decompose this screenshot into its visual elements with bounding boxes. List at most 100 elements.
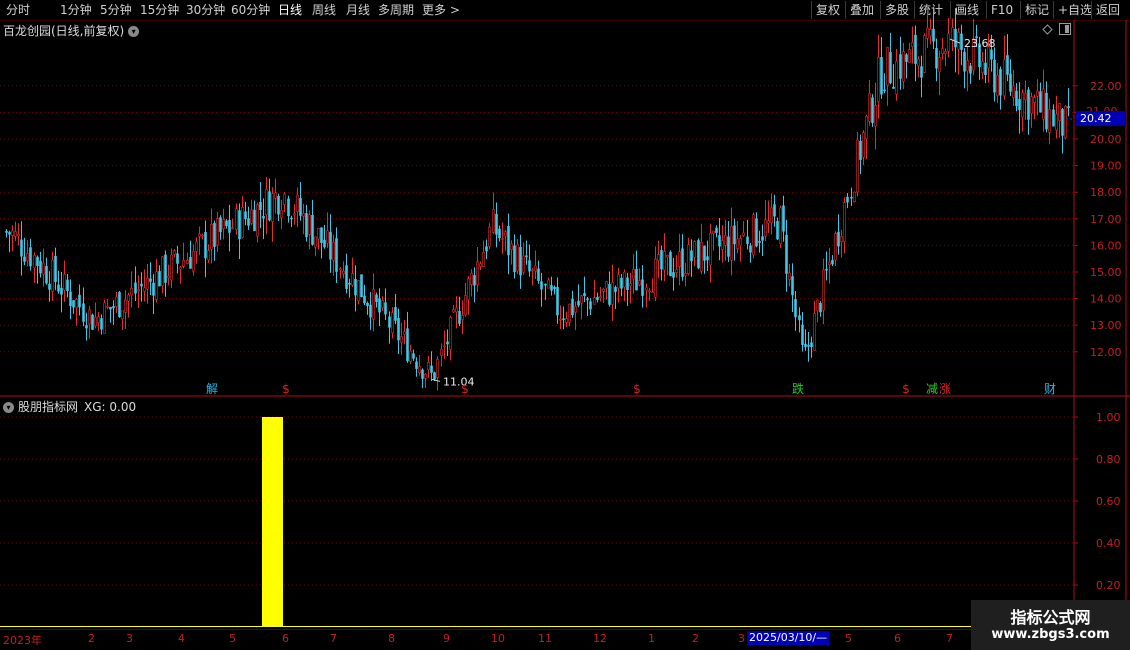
candlestick xyxy=(54,247,57,291)
candlestick xyxy=(195,237,198,264)
date-tick-label: 2 xyxy=(88,632,95,645)
candlestick xyxy=(947,17,950,58)
event-marker[interactable]: $ xyxy=(461,382,469,396)
event-marker[interactable]: $ xyxy=(633,382,641,396)
candlestick xyxy=(1018,82,1021,134)
candlestick xyxy=(186,252,189,265)
candlestick xyxy=(461,300,464,335)
event-marker[interactable]: 财 xyxy=(1044,382,1056,396)
candlestick xyxy=(421,368,424,389)
candlestick xyxy=(235,203,238,235)
candlestick xyxy=(130,271,133,308)
candlestick xyxy=(369,292,372,330)
candlestick xyxy=(287,195,290,223)
candlestick xyxy=(1055,95,1058,139)
candlestick xyxy=(544,283,547,300)
candlestick xyxy=(1036,79,1039,116)
candlestick xyxy=(724,219,727,261)
date-tick-label: 7 xyxy=(330,632,337,645)
candlestick xyxy=(944,48,947,67)
candlestick xyxy=(455,296,458,329)
candlestick xyxy=(406,311,409,363)
candlestick xyxy=(902,42,905,90)
candlestick xyxy=(271,187,274,242)
candlestick xyxy=(1061,108,1064,154)
candlestick xyxy=(473,267,476,303)
candlestick xyxy=(733,218,736,261)
candlestick xyxy=(519,234,522,289)
candlestick xyxy=(1033,94,1036,120)
candlestick xyxy=(889,32,892,85)
candlestick xyxy=(479,261,482,270)
candlestick xyxy=(828,247,831,284)
event-marker[interactable]: 解 xyxy=(206,382,218,396)
candlestick xyxy=(914,25,917,82)
candlestick xyxy=(127,292,130,318)
indicator-tick-label: 0.20 xyxy=(1096,579,1121,592)
candlestick xyxy=(345,253,348,294)
candlestick xyxy=(660,245,663,281)
candlestick xyxy=(335,227,338,284)
candlestick xyxy=(727,220,730,262)
event-marker[interactable]: 减 xyxy=(926,382,938,396)
date-tick-label: 11 xyxy=(538,632,552,645)
candlestick xyxy=(1052,104,1055,127)
diamond-icon[interactable] xyxy=(1042,24,1053,35)
candlestick xyxy=(164,250,167,297)
chevron-down-icon[interactable]: ▾ xyxy=(3,402,14,413)
candlestick xyxy=(45,257,48,285)
stock-name-label: 百龙创园(日线,前复权) xyxy=(3,24,125,38)
candlestick xyxy=(391,307,394,339)
event-marker[interactable]: 跌 xyxy=(792,381,804,396)
candlestick xyxy=(767,200,770,233)
candlestick xyxy=(452,304,455,313)
candlestick xyxy=(323,224,326,249)
candlestick xyxy=(63,260,66,302)
candlestick xyxy=(813,300,816,351)
panel-layout-icon[interactable] xyxy=(1059,23,1071,35)
kline-chart[interactable]: 12.00 13.00 14.00 15.00 16.00 17.00 18.00 19.00… xyxy=(0,0,1130,650)
candlestick xyxy=(577,284,580,308)
candlestick xyxy=(868,79,871,126)
candlestick xyxy=(687,237,690,276)
candlestick xyxy=(571,290,574,318)
candlestick xyxy=(155,258,158,303)
candlestick xyxy=(840,230,843,258)
candlestick xyxy=(378,288,381,327)
candlestick xyxy=(436,356,439,391)
candlestick xyxy=(443,330,446,359)
candlestick xyxy=(415,357,418,377)
price-tick-label: 17.00 xyxy=(1090,213,1122,226)
candlestick xyxy=(641,265,644,308)
watermark: 指标公式网 www.zbgs3.com xyxy=(971,600,1130,650)
candlestick xyxy=(513,234,516,279)
candlestick xyxy=(231,218,234,230)
candlestick xyxy=(204,220,207,278)
candlestick xyxy=(969,62,972,84)
candlestick xyxy=(103,299,106,334)
candlestick xyxy=(339,267,342,279)
candlestick xyxy=(672,257,675,291)
candlestick xyxy=(981,51,984,79)
candlestick xyxy=(424,372,427,389)
candlestick xyxy=(94,302,97,329)
event-marker[interactable]: $ xyxy=(282,382,290,396)
candlestick xyxy=(60,272,63,313)
candlestick xyxy=(531,268,534,286)
candlestick xyxy=(905,53,908,79)
chevron-down-icon[interactable]: ▾ xyxy=(128,26,140,37)
price-tick-label: 16.00 xyxy=(1090,239,1122,252)
candlestick xyxy=(996,63,999,103)
candlestick xyxy=(954,8,957,73)
candlestick xyxy=(14,221,17,242)
candlestick xyxy=(244,201,247,226)
candlestick xyxy=(464,283,467,317)
candlestick xyxy=(791,263,794,312)
event-marker[interactable]: 涨 xyxy=(939,381,951,396)
indicator-title: ▾ 股朋指标网 XG: 0.00 xyxy=(3,398,136,415)
date-tick-label: 6 xyxy=(282,632,289,645)
candlestick xyxy=(856,131,859,197)
candlestick xyxy=(736,221,739,254)
event-marker[interactable]: $ xyxy=(902,382,910,396)
candlestick xyxy=(140,272,143,302)
